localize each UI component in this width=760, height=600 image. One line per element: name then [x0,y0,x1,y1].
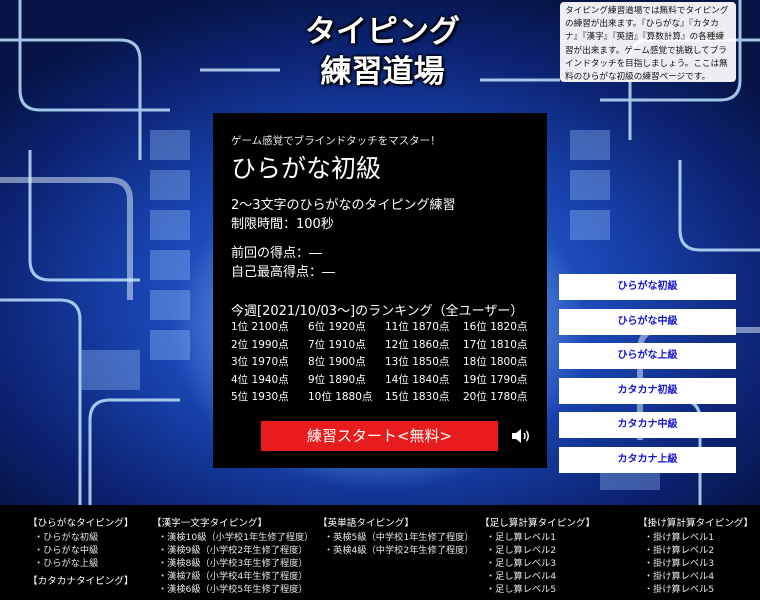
ranking-column: 16位 1820点 17位 1810点 18位 1800点 19位 1790点 … [463,319,527,407]
ranking-column: 1位 2100点 2位 1990点 3位 1970点 4位 1940点 5位 1… [231,319,289,407]
ranking-entry: 8位 1900点 [308,356,366,368]
footer-link[interactable]: ・ひらがな初級 [28,531,134,544]
footer-link[interactable]: ・足し算レベル2 [480,544,595,557]
footer-heading[interactable]: 【掛け算計算タイピング】 [638,517,753,531]
ranking-entry: 15位 1830点 [385,391,450,403]
ranking-entry: 7位 1910点 [308,338,366,351]
footer-link[interactable]: ・足し算レベル4 [480,570,595,583]
footer-link[interactable]: ・漢検6級（小学校5年生修了程度） [152,583,313,596]
footer-link[interactable]: ・漢検10級（小学校1年生修了程度） [152,531,313,544]
ranking-entry: 12位 1860点 [385,338,450,351]
footer-link[interactable]: ・足し算レベル1 [480,531,595,544]
lesson-description: 2～3文字のひらがなのタイピング練習 制限時間：100秒 [231,196,456,234]
footer-heading[interactable]: 【英単語タイピング】 [318,517,474,531]
footer-link[interactable]: ・漢検7級（小学校4年生修了程度） [152,570,313,583]
ranking-column: 11位 1870点 12位 1860点 13位 1850点 14位 1840点 … [385,319,449,407]
ranking-entry: 10位 1880点 [308,391,373,403]
footer-heading[interactable]: 【ひらがなタイピング】 [28,517,134,531]
footer-link[interactable]: ・英検5級（中学校1年生修了程度） [318,531,474,544]
ranking-entry: 1位 2100点 [231,321,289,333]
ranking-entry: 6位 1920点 [308,321,366,333]
course-katakana-advanced[interactable]: カタカナ上級 [559,446,736,473]
start-practice-button[interactable]: 練習スタート<無料> [261,421,498,451]
ranking-entry: 3位 1970点 [231,356,289,368]
footer-link[interactable]: ・足し算レベル5 [480,583,595,596]
footer-heading[interactable]: 【漢字一文字タイピング】 [152,517,313,531]
footer-link[interactable]: ・ひらがな上級 [28,557,134,570]
footer-heading[interactable]: 【カタカナタイピング】 [28,575,134,589]
footer-link[interactable]: ・掛け算レベル4 [638,570,753,583]
footer-link[interactable]: ・ひらがな中級 [28,544,134,557]
course-hiragana-advanced[interactable]: ひらがな上級 [559,343,736,370]
lesson-panel: ゲーム感覚でブラインドタッチをマスター！ ひらがな初級 2～3文字のひらがなのタ… [213,113,547,468]
ranking-entry: 13位 1850点 [385,356,450,368]
course-katakana-beginner[interactable]: カタカナ初級 [559,377,736,404]
footer-link[interactable]: ・掛け算レベル3 [638,557,753,570]
footer-column-addition: 【足し算計算タイピング】 ・足し算レベル1 ・足し算レベル2 ・足し算レベル3 … [480,517,595,596]
footer-nav: 【ひらがなタイピング】 ・ひらがな初級 ・ひらがな中級 ・ひらがな上級 【カタカ… [0,505,760,600]
ranking-entry: 5位 1930点 [231,391,289,403]
footer-column-hiragana: 【ひらがなタイピング】 ・ひらがな初級 ・ひらがな中級 ・ひらがな上級 【カタカ… [28,517,134,589]
score-summary: 前回の得点：― 自己最高得点：― [231,244,335,282]
ranking-entry: 17位 1810点 [463,338,528,351]
footer-link[interactable]: ・足し算レベル3 [480,557,595,570]
ranking-entry: 2位 1990点 [231,338,289,351]
ranking-title: 今週[2021/10/03～]のランキング（全ユーザー） [231,304,524,319]
footer-link[interactable]: ・掛け算レベル5 [638,583,753,596]
ranking-column: 6位 1920点 7位 1910点 8位 1900点 9位 1890点 10位 … [308,319,372,407]
lesson-desc-line: 2～3文字のひらがなのタイピング練習 [231,198,456,213]
course-hiragana-beginner[interactable]: ひらがな初級 [559,274,736,300]
ranking-entry: 11位 1870点 [385,321,450,333]
footer-link[interactable]: ・漢検8級（小学校3年生修了程度） [152,557,313,570]
course-hiragana-intermediate[interactable]: ひらがな中級 [559,308,736,335]
ranking-entry: 18位 1800点 [463,356,528,368]
logo-line-2: 練習道場 [320,54,445,90]
ranking-entry: 14位 1840点 [385,373,450,386]
logo-line-1: タイピング [305,14,460,50]
ranking-entry: 16位 1820点 [463,321,528,333]
ranking-entry: 19位 1790点 [463,373,528,386]
course-menu: ひらがな初級 ひらがな中級 ひらがな上級 カタカナ初級 カタカナ中級 カタカナ上… [559,274,736,482]
best-score: 自己最高得点：― [231,265,336,280]
ranking-entry: 4位 1940点 [231,373,289,386]
site-logo[interactable]: タイピング 練習道場 [290,12,475,92]
footer-heading[interactable]: 【足し算計算タイピング】 [480,517,595,531]
footer-column-multiplication: 【掛け算計算タイピング】 ・掛け算レベル1 ・掛け算レベル2 ・掛け算レベル3 … [638,517,753,596]
previous-score: 前回の得点：― [231,246,323,261]
footer-link[interactable]: ・掛け算レベル1 [638,531,753,544]
time-limit: 制限時間：100秒 [231,217,334,232]
footer-link[interactable]: ・漢検9級（小学校2年生修了程度） [152,544,313,557]
footer-link[interactable]: ・掛け算レベル2 [638,544,753,557]
ranking-entry: 20位 1780点 [463,391,528,403]
footer-column-kanji: 【漢字一文字タイピング】 ・漢検10級（小学校1年生修了程度） ・漢検9級（小学… [152,517,313,596]
footer-link[interactable]: ・英検4級（中学校2年生修了程度） [318,544,474,557]
site-intro: タイピング練習道場では無料でタイピングの練習が出来ます。『ひらがな』『カタカナ』… [560,2,736,82]
course-katakana-intermediate[interactable]: カタカナ中級 [559,412,736,439]
speaker-icon[interactable] [511,428,531,444]
footer-column-english: 【英単語タイピング】 ・英検5級（中学校1年生修了程度） ・英検4級（中学校2年… [318,517,474,557]
lesson-title: ひらがな初級 [231,154,382,183]
ranking-entry: 9位 1890点 [308,373,366,386]
panel-tagline: ゲーム感覚でブラインドタッチをマスター！ [231,135,441,147]
